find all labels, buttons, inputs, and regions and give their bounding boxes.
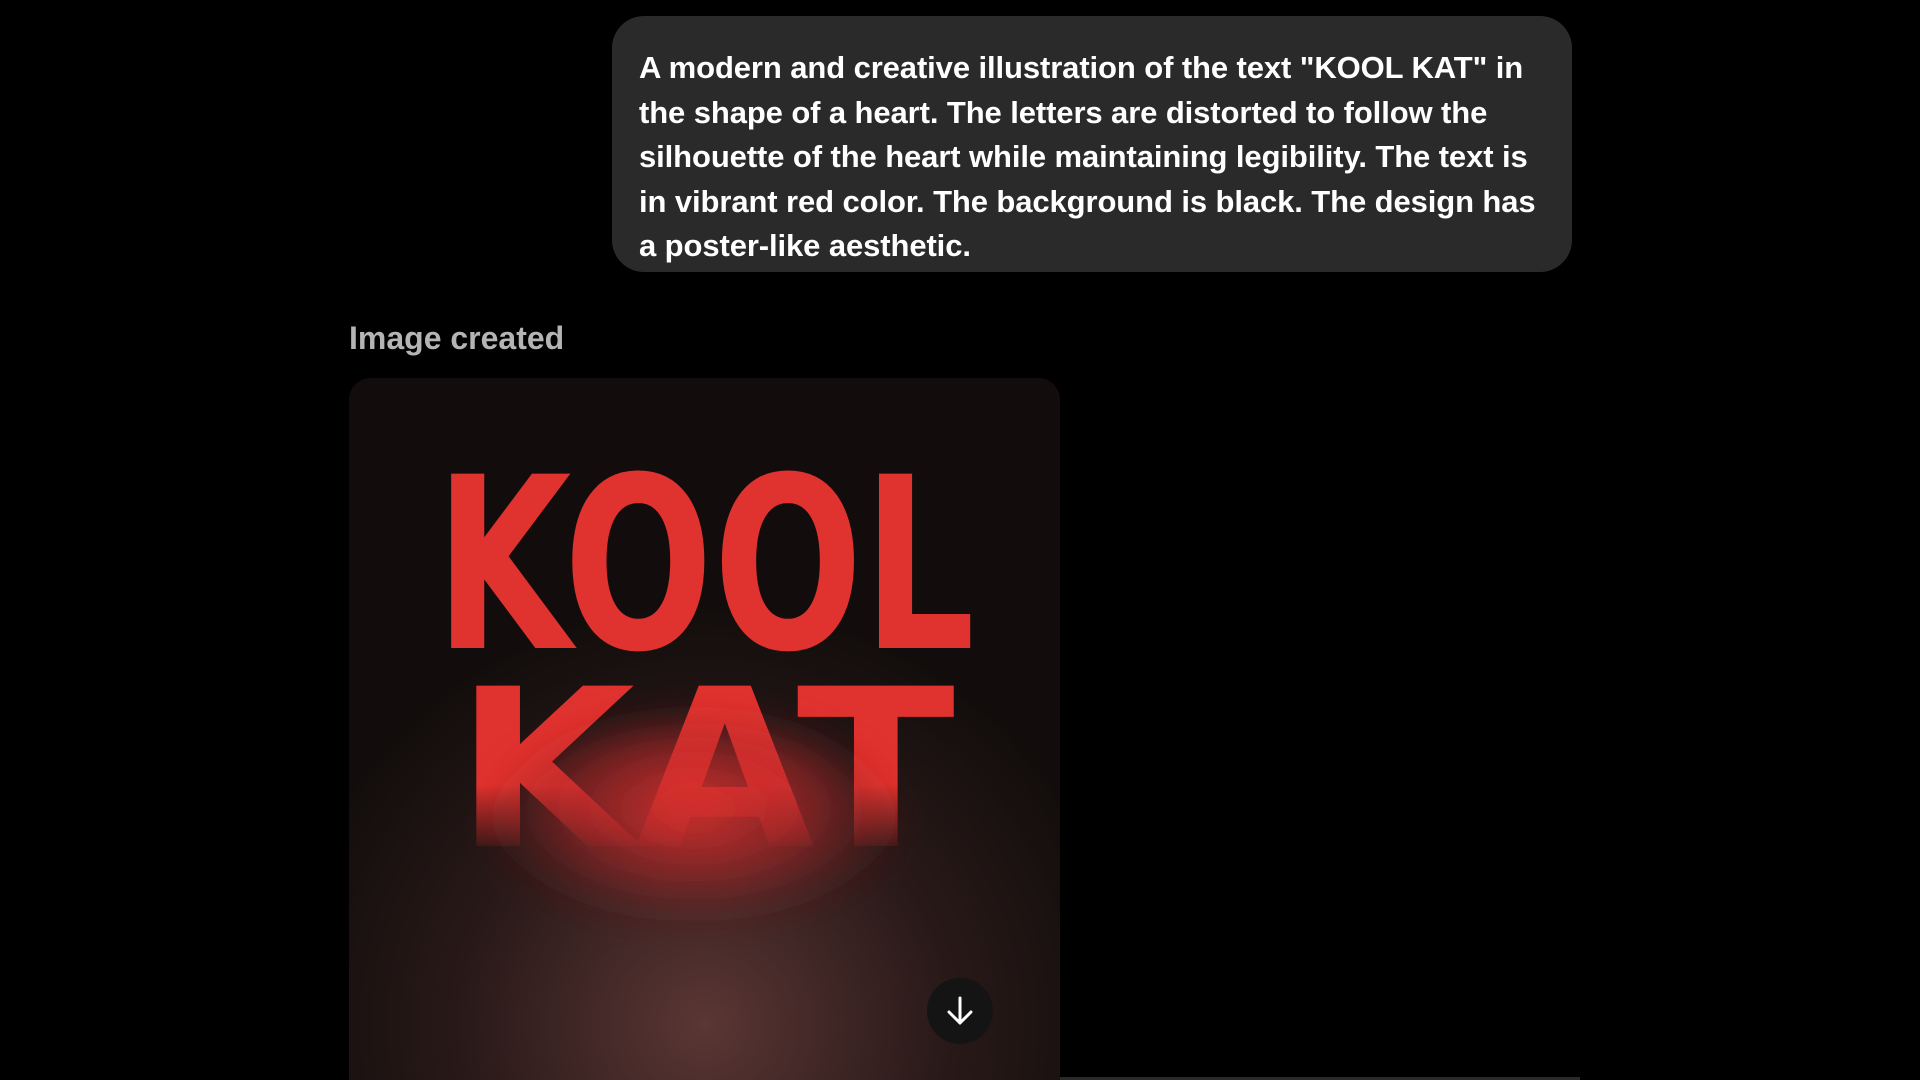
- red-blur-glow: [489, 720, 899, 940]
- image-created-label: Image created: [349, 320, 565, 356]
- user-message-text: A modern and creative illustration of th…: [639, 50, 1536, 263]
- user-message-bubble: A modern and creative illustration of th…: [612, 16, 1572, 272]
- generated-image-artwork: KOOL KAT: [349, 378, 1060, 1080]
- arrow-down-icon: [947, 996, 973, 1025]
- generated-image[interactable]: KOOL KAT: [349, 378, 1060, 1080]
- download-button[interactable]: [927, 978, 993, 1044]
